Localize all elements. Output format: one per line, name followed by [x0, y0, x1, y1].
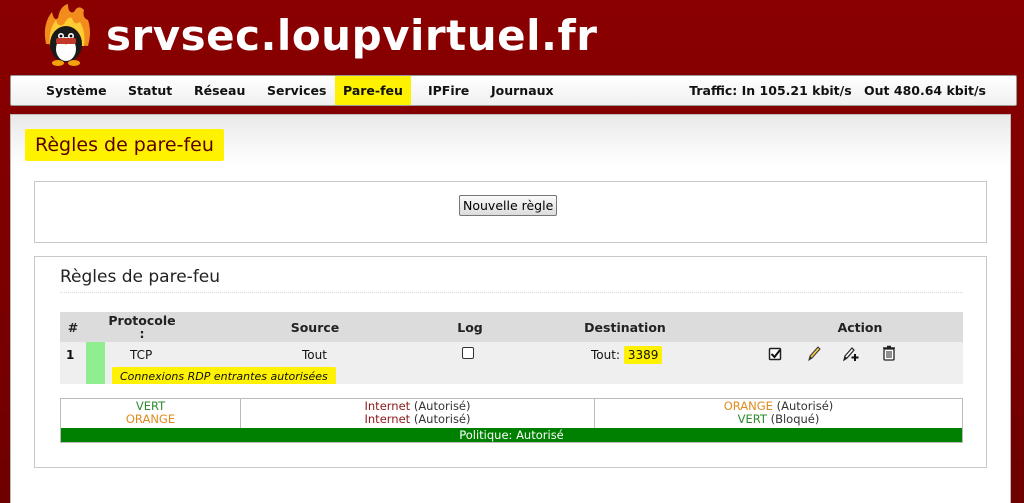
policy-internet-status-2: (Autorisé) [413, 412, 471, 426]
enable-checkbox-icon[interactable] [767, 345, 785, 363]
rule-destination-port: 3389 [623, 346, 663, 364]
nav-item-journaux[interactable]: Journaux [483, 76, 562, 105]
policy-bar: Politique: Autorisé [61, 428, 962, 442]
rule-destination-label: Tout: [591, 348, 620, 362]
traffic-out: Out 480.64 kbit/s [864, 83, 986, 98]
rule-number: 1 [66, 348, 75, 362]
nav-item-statut[interactable]: Statut [120, 76, 180, 105]
copy-add-icon[interactable] [842, 344, 860, 362]
content-area: Règles de pare-feu Nouvelle règle Règles… [10, 114, 1011, 503]
nav-item-services[interactable]: Services [259, 76, 334, 105]
page-title: Règles de pare-feu [25, 129, 224, 161]
traffic-readout: Traffic: In 105.21 kbit/s Out 480.64 kbi… [681, 76, 986, 105]
col-log: Log [457, 319, 483, 335]
row-spacer [60, 384, 963, 397]
policy-zone-orange: ORANGE [125, 412, 176, 426]
rule-enabled-indicator [86, 342, 105, 384]
table-row: 1 TCP Tout Tout: 3389 Connexions RDP ent… [60, 342, 963, 387]
rules-box: Règles de pare-feu # Protocole : Source … [34, 256, 987, 468]
col-action: Action [837, 319, 883, 335]
policy-col-lan: ORANGE (Autorisé) VERT (Bloqué) [595, 399, 962, 428]
rule-source: Tout [302, 348, 327, 362]
policy-col-source: VERT ORANGE [61, 399, 241, 428]
new-rule-box: Nouvelle règle [34, 181, 987, 243]
col-protocol-line2: : [139, 326, 145, 341]
header: srvsec.loupvirtuel.fr [0, 0, 1024, 75]
ipfire-penguin-logo-icon [44, 4, 90, 66]
policy-lan-zone-2: VERT [737, 412, 767, 426]
edit-pencil-icon[interactable] [805, 344, 823, 362]
rule-destination: Tout: 3389 [591, 346, 663, 364]
policy-lan-zone-1: ORANGE [723, 399, 773, 413]
policy-col-internet: Internet (Autorisé) Internet (Autorisé) [241, 399, 595, 428]
policy-internet-zone-2: Internet [364, 412, 411, 426]
nav-item-reseau[interactable]: Réseau [186, 76, 253, 105]
rule-log-checkbox[interactable] [462, 347, 474, 359]
policy-lan-status-1: (Autorisé) [776, 399, 834, 413]
rules-table-header: # Protocole : Source Log Destination Act… [60, 312, 963, 342]
nav-item-pare-feu[interactable]: Pare-feu [335, 76, 411, 105]
policy-internet-status-1: (Autorisé) [413, 399, 471, 413]
col-protocol: Protocole : [105, 312, 179, 342]
trash-icon[interactable] [880, 344, 898, 362]
col-source: Source [290, 319, 340, 335]
new-rule-button[interactable]: Nouvelle règle [459, 195, 558, 216]
nav-item-systeme[interactable]: Système [38, 76, 115, 105]
col-destination: Destination [584, 319, 666, 335]
policy-lan-status-2: (Bloqué) [770, 412, 820, 426]
nav-item-ipfire[interactable]: IPFire [420, 76, 477, 105]
policy-table: VERT ORANGE Internet (Autorisé) Internet… [60, 398, 963, 443]
divider [60, 292, 963, 293]
rule-protocol: TCP [130, 348, 153, 362]
traffic-in: Traffic: In 105.21 kbit/s [689, 83, 852, 98]
main-nav: Système Statut Réseau Services Pare-feu … [10, 75, 1017, 106]
rules-box-title: Règles de pare-feu [60, 267, 221, 287]
col-num: # [67, 319, 79, 335]
policy-internet-zone-1: Internet [364, 399, 411, 413]
site-title: srvsec.loupvirtuel.fr [106, 11, 598, 60]
